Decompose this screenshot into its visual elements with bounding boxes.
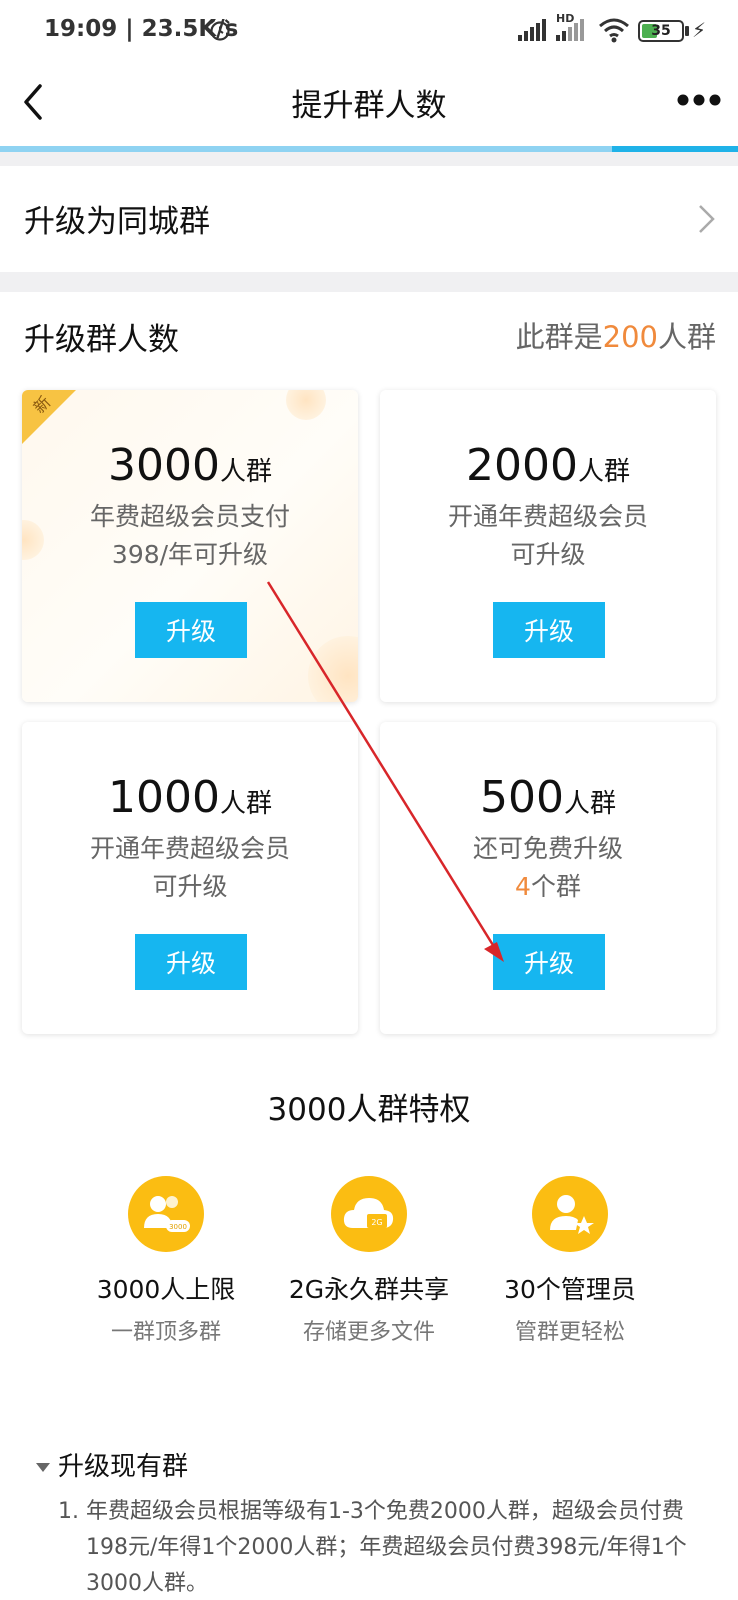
icon-label: 3000 bbox=[169, 1223, 187, 1231]
plan-description: 年费超级会员支付 398/年可升级 bbox=[89, 502, 290, 569]
plan-card-500: 500人群 还可免费升级 4个群 升级 bbox=[380, 722, 716, 1034]
upgrade-button-2000[interactable]: 升级 bbox=[493, 602, 605, 658]
wifi-icon bbox=[599, 18, 629, 43]
privilege-item-storage: 2G 2G永久群共享 存储更多文件 bbox=[269, 1176, 469, 1346]
plan-description: 还可免费升级 4个群 bbox=[472, 834, 623, 901]
privilege-name: 3000人上限 bbox=[96, 1275, 236, 1304]
section-title: 升级群人数 bbox=[24, 322, 179, 358]
charging-bolt-icon: ⚡ bbox=[692, 18, 707, 42]
privilege-name: 30个管理员 bbox=[504, 1275, 636, 1304]
privileges-title: 3000人群特权 bbox=[267, 1092, 471, 1128]
privilege-subtitle: 存储更多文件 bbox=[302, 1320, 435, 1345]
signal-strength-icon bbox=[518, 19, 546, 41]
new-badge-icon: 新 bbox=[22, 390, 76, 444]
upgrade-button-1000[interactable]: 升级 bbox=[135, 934, 247, 990]
status-bar: 19:09 | 23.5K/s HD 35 ⚡ bbox=[0, 0, 738, 60]
free-upgrades-remaining: 4 bbox=[515, 872, 531, 901]
upgrade-button-3000[interactable]: 升级 bbox=[135, 602, 247, 658]
plan-unit: 人群 bbox=[219, 789, 272, 819]
privilege-item-admins: 30个管理员 管群更轻松 bbox=[470, 1176, 670, 1346]
upgrade-button-500[interactable]: 升级 bbox=[493, 934, 605, 990]
faq-item: 1. 年费超级会员根据等级有1-3个免费2000人群，超级会员付费198元/年得… bbox=[58, 1494, 698, 1600]
privilege-subtitle: 管群更轻松 bbox=[514, 1320, 625, 1345]
plan-unit: 人群 bbox=[219, 457, 272, 487]
city-group-label: 升级为同城群 bbox=[24, 204, 210, 240]
battery-icon: 35 bbox=[638, 20, 684, 42]
plan-unit: 人群 bbox=[563, 789, 616, 819]
plan-card-1000: 1000人群 开通年费超级会员 可升级 升级 bbox=[22, 722, 358, 1034]
current-size-value: 200 bbox=[602, 320, 658, 354]
faq-item-index: 1. bbox=[58, 1499, 79, 1524]
alarm-clock-icon bbox=[210, 19, 230, 41]
admin-star-icon bbox=[532, 1176, 608, 1252]
plan-description: 开通年费超级会员 可升级 bbox=[447, 502, 648, 569]
privilege-name: 2G永久群共享 bbox=[288, 1275, 450, 1304]
privilege-item-members: 3000 3000人上限 一群顶多群 bbox=[66, 1176, 266, 1346]
signal-strength-hd-icon bbox=[556, 19, 584, 41]
group-members-icon: 3000 bbox=[128, 1176, 204, 1252]
triangle-down-icon bbox=[36, 1463, 50, 1472]
divider bbox=[0, 152, 738, 166]
current-group-size-note: 此群是200人群 bbox=[515, 320, 716, 354]
plan-size: 2000 bbox=[466, 440, 578, 491]
faq-toggle-upgrade-existing[interactable]: 升级现有群 bbox=[36, 1446, 188, 1483]
page-title: 提升群人数 bbox=[291, 88, 447, 124]
plan-card-3000: 新 3000人群 年费超级会员支付 398/年可升级 升级 bbox=[22, 390, 358, 702]
plan-card-2000: 2000人群 开通年费超级会员 可升级 升级 bbox=[380, 390, 716, 702]
nav-bar: 提升群人数 bbox=[0, 60, 738, 146]
plan-size: 1000 bbox=[108, 772, 220, 823]
battery-tip bbox=[685, 26, 689, 36]
upgrade-to-city-group-row[interactable]: 升级为同城群 bbox=[0, 166, 738, 272]
plan-unit: 人群 bbox=[577, 457, 630, 487]
divider bbox=[0, 272, 738, 292]
chevron-right-icon bbox=[699, 205, 715, 233]
faq-item-text: 年费超级会员根据等级有1-3个免费2000人群，超级会员付费198元/年得1个2… bbox=[86, 1499, 687, 1596]
upgrade-size-section: 升级群人数 此群是200人群 新 3000人群 年费超级会员支付 398/年可升… bbox=[0, 292, 738, 1600]
plan-size: 500 bbox=[480, 772, 564, 823]
plan-description: 开通年费超级会员 可升级 bbox=[89, 834, 290, 901]
plan-size: 3000 bbox=[108, 440, 220, 491]
cloud-storage-icon: 2G bbox=[331, 1176, 407, 1252]
privilege-subtitle: 一群顶多群 bbox=[110, 1320, 221, 1345]
icon-label: 2G bbox=[371, 1218, 382, 1227]
more-options-icon[interactable] bbox=[676, 90, 722, 110]
battery-level: 35 bbox=[651, 23, 671, 39]
faq-heading: 升级现有群 bbox=[58, 1452, 189, 1482]
